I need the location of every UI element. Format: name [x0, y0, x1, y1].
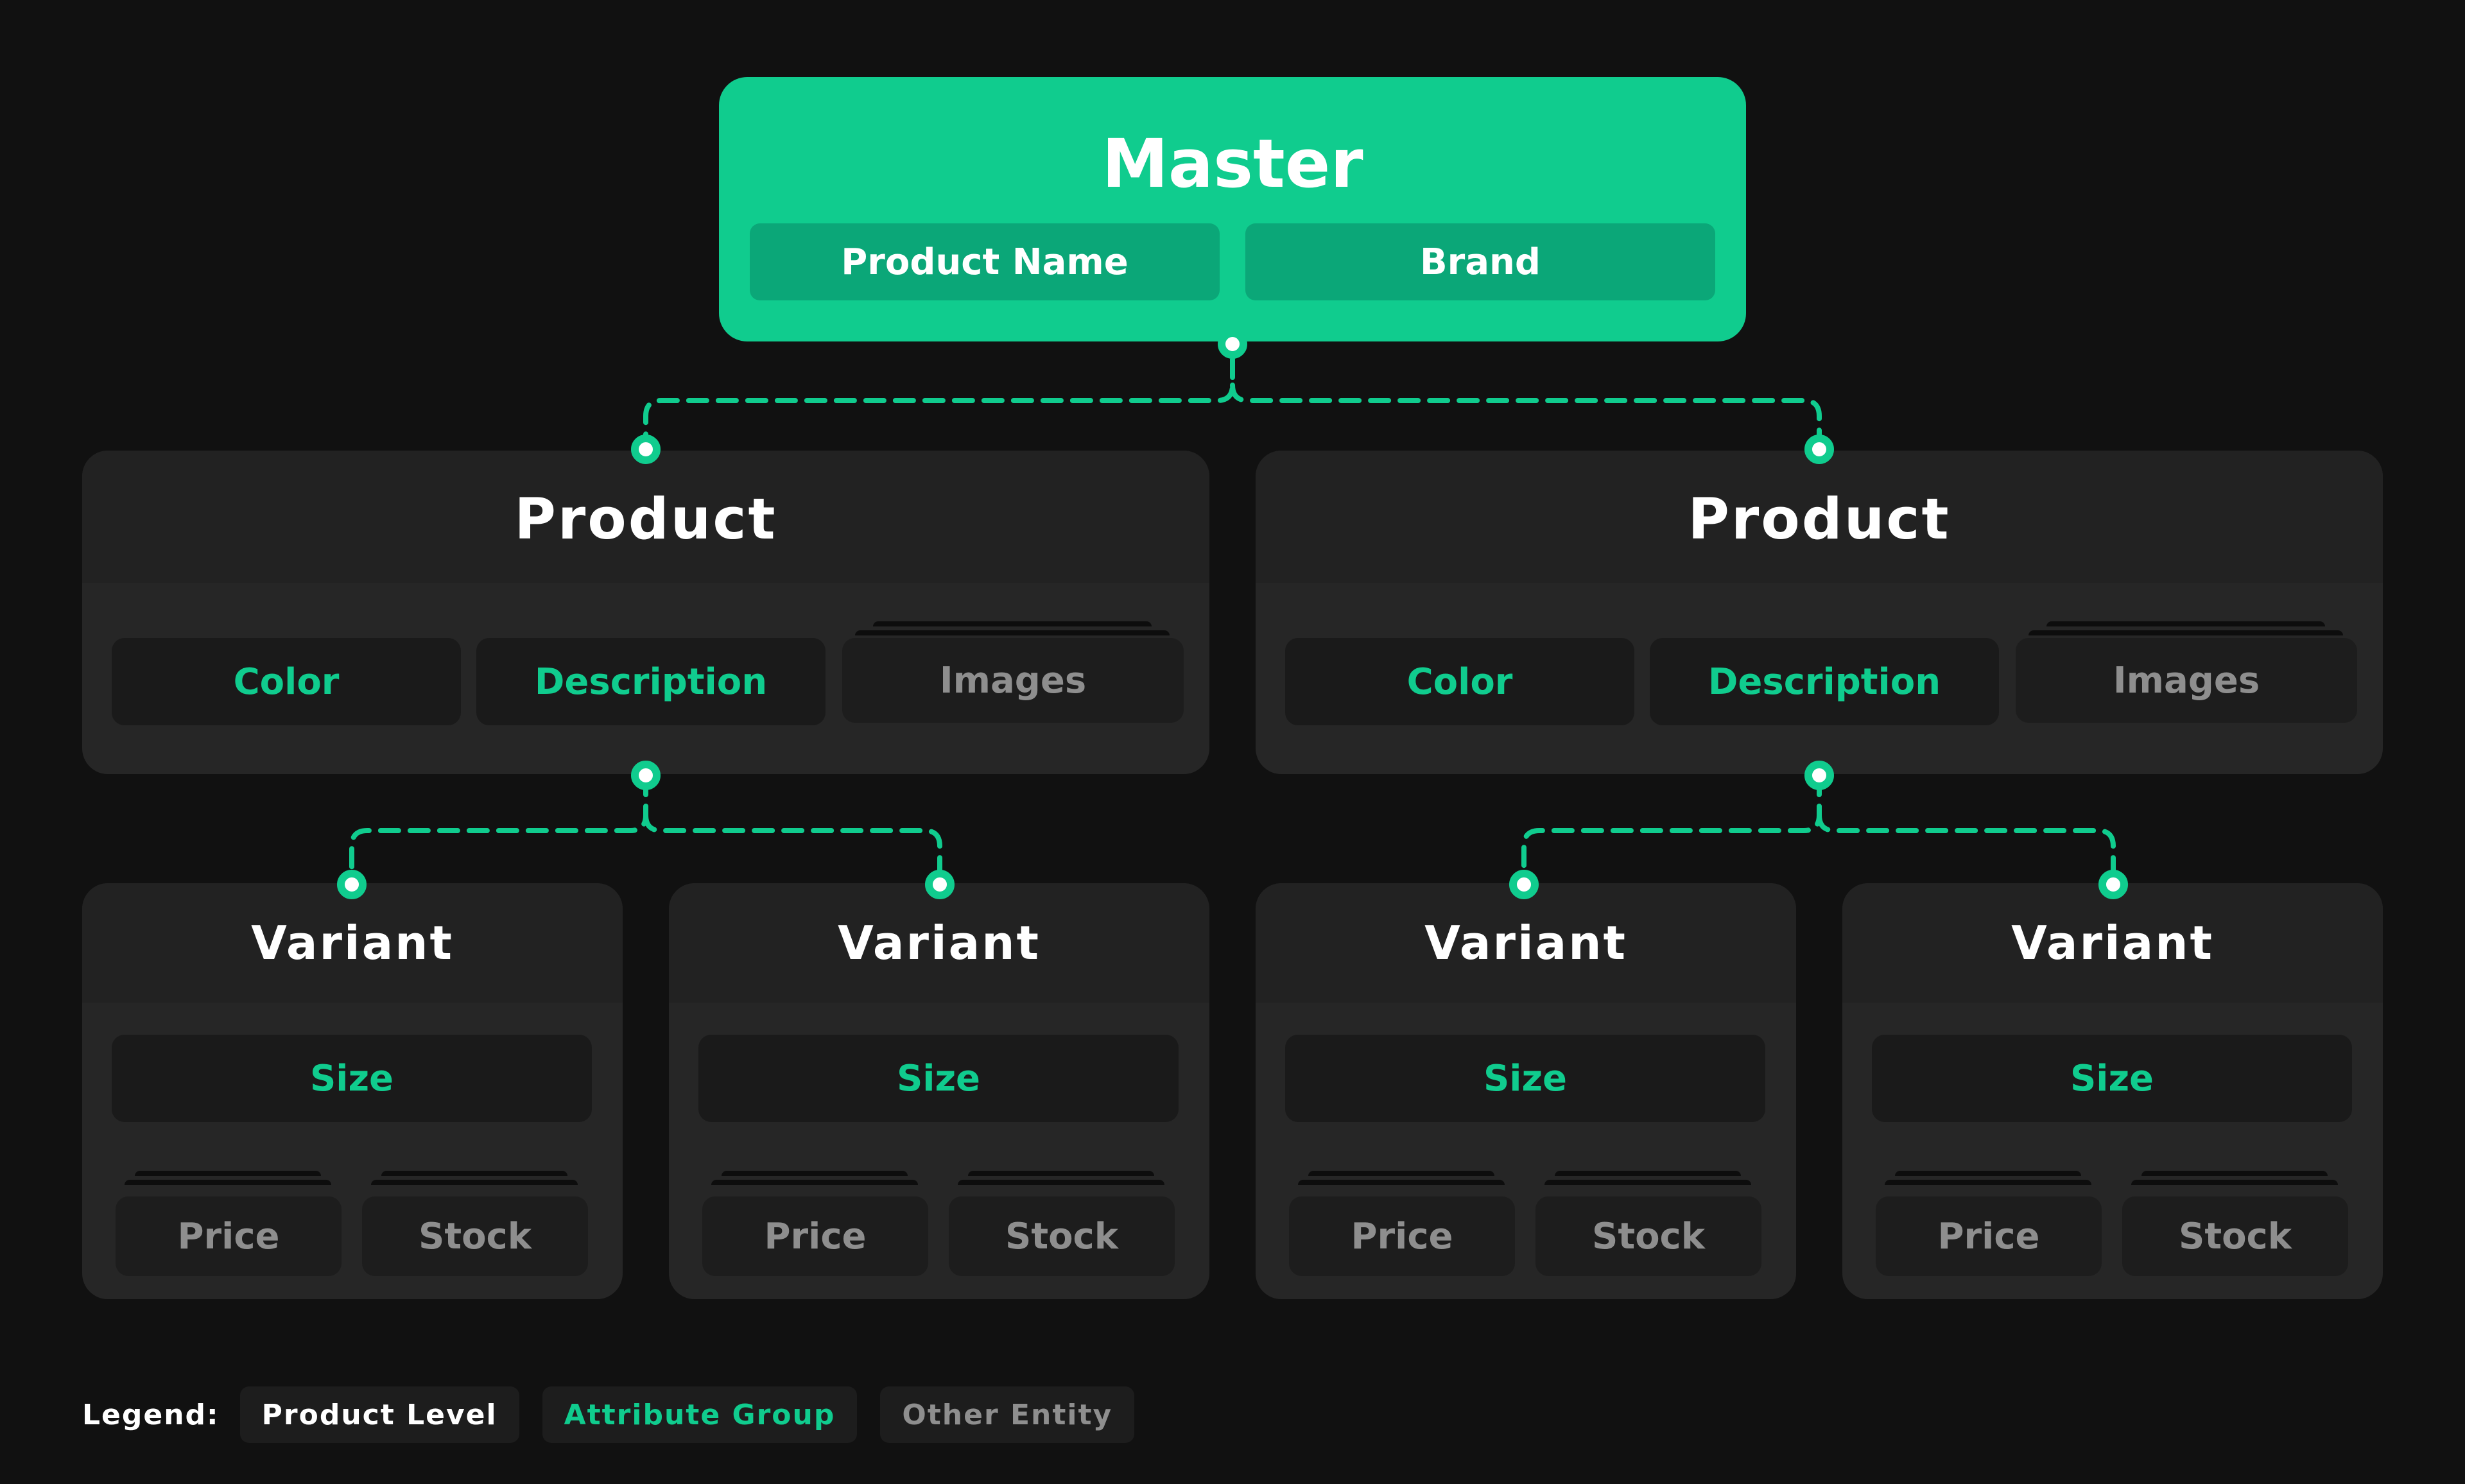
variant-attr-size: Size [1285, 1035, 1765, 1122]
price-stack-shadow [711, 1180, 918, 1185]
price-stack-shadow [1885, 1180, 2091, 1185]
legend-item-other-entity: Other Entity [880, 1386, 1135, 1443]
variant-other-price: Price [702, 1196, 928, 1276]
stock-stack-shadow [1555, 1171, 1741, 1176]
variant-node-2-2: Variant Size Price Stock [1842, 883, 2383, 1299]
stock-stack-shadow [2141, 1171, 2328, 1176]
stock-stack-shadow [371, 1180, 578, 1185]
master-attr-brand: Brand [1245, 223, 1715, 300]
connector-master-products [643, 357, 1822, 452]
connector-dot [2098, 870, 2128, 899]
master-attr-product-name: Product Name [750, 223, 1220, 300]
legend: Legend: Product Level Attribute Group Ot… [82, 1386, 1157, 1443]
images-stack-shadow [855, 630, 1170, 635]
price-stack-shadow [1298, 1180, 1505, 1185]
stock-stack-shadow [958, 1180, 1164, 1185]
legend-item-attribute-group: Attribute Group [542, 1386, 858, 1443]
variant-other-price: Price [116, 1196, 342, 1276]
product-attr-color: Color [112, 638, 461, 725]
product-attr-description: Description [476, 638, 826, 725]
price-stack-shadow [1895, 1171, 2081, 1176]
variant-node-1-2: Variant Size Price Stock [669, 883, 1209, 1299]
price-stack-shadow [125, 1180, 331, 1185]
price-stack-shadow [1308, 1171, 1494, 1176]
stock-stack-shadow [1544, 1180, 1751, 1185]
connector-product-1-variants [349, 774, 942, 886]
master-title: Master [1102, 125, 1363, 203]
stock-stack-shadow [968, 1171, 1154, 1176]
variant-other-price: Price [1876, 1196, 2102, 1276]
product-other-images: Images [2016, 638, 2357, 723]
connector-product-2-variants [1521, 774, 2116, 886]
price-stack-shadow [722, 1171, 908, 1176]
product-title: Product [1688, 486, 1951, 552]
connector-dot [631, 435, 661, 464]
stock-stack-shadow [381, 1171, 567, 1176]
legend-label: Legend: [82, 1398, 220, 1431]
variant-other-stock: Stock [1535, 1196, 1761, 1276]
variant-attr-size: Size [698, 1035, 1179, 1122]
variant-other-stock: Stock [949, 1196, 1175, 1276]
connector-dot [631, 761, 661, 790]
images-stack-shadow [2046, 621, 2325, 626]
variant-other-stock: Stock [2122, 1196, 2348, 1276]
connector-dot [1509, 870, 1539, 899]
variant-node-1-1: Variant Size Price Stock [82, 883, 623, 1299]
variant-title: Variant [2011, 916, 2214, 970]
connector-dot [1804, 435, 1834, 464]
variant-title: Variant [838, 916, 1041, 970]
variant-other-stock: Stock [362, 1196, 588, 1276]
stock-stack-shadow [2131, 1180, 2338, 1185]
variant-title: Variant [1424, 916, 1627, 970]
product-other-images: Images [842, 638, 1184, 723]
product-node-2: Product Color Description Images [1256, 451, 2383, 774]
variant-node-2-1: Variant Size Price Stock [1256, 883, 1796, 1299]
product-node-1: Product Color Description Images [82, 451, 1209, 774]
variant-attr-size: Size [112, 1035, 592, 1122]
price-stack-shadow [135, 1171, 321, 1176]
variant-other-price: Price [1289, 1196, 1515, 1276]
product-attr-color: Color [1285, 638, 1634, 725]
connector-dot [925, 870, 955, 899]
master-node: Master Product Name Brand [719, 77, 1746, 341]
connector-dot [337, 870, 367, 899]
product-title: Product [514, 486, 777, 552]
connector-dot [1218, 329, 1247, 359]
variant-attr-size: Size [1872, 1035, 2352, 1122]
connector-dot [1804, 761, 1834, 790]
images-stack-shadow [2028, 630, 2343, 635]
variant-title: Variant [251, 916, 454, 970]
legend-item-product-level: Product Level [239, 1386, 519, 1443]
product-attr-description: Description [1650, 638, 1999, 725]
images-stack-shadow [873, 621, 1152, 626]
